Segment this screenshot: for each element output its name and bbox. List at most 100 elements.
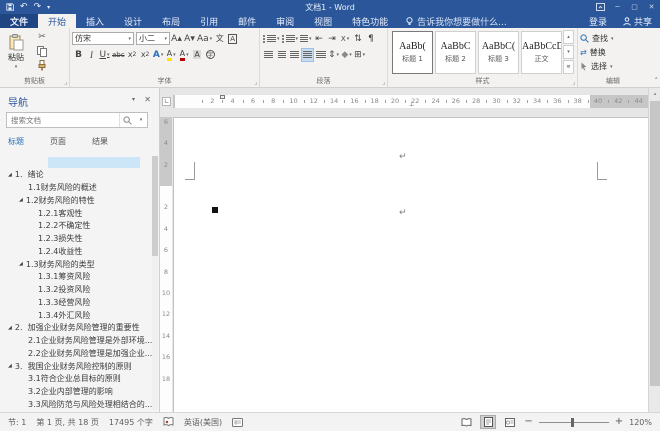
collapse-triangle-icon[interactable]: ◢ xyxy=(19,261,23,267)
read-mode-button[interactable] xyxy=(458,415,474,429)
italic-button[interactable]: I xyxy=(85,48,98,62)
customize-qat-button[interactable]: ▾ xyxy=(47,3,50,12)
document-page[interactable]: ↵ ↵ xyxy=(173,117,648,412)
search-icon[interactable] xyxy=(119,113,135,127)
proofing-icon[interactable] xyxy=(163,417,174,427)
nav-heading-item[interactable]: 3.3风险防范与风险处理相结合的... xyxy=(28,398,152,410)
character-shading-button[interactable]: A xyxy=(191,48,204,62)
font-color-button[interactable]: A ▾ xyxy=(178,48,191,62)
search-options-dropdown[interactable]: ▾ xyxy=(135,117,147,123)
justify-button[interactable] xyxy=(301,47,314,62)
line-spacing-button[interactable]: ⇕ ▾ xyxy=(327,48,340,62)
nav-heading-item[interactable]: 1.3.3经营风险 xyxy=(38,296,90,308)
styles-scroll-up[interactable]: ▴ xyxy=(563,30,574,44)
enclose-character-button[interactable]: 字 xyxy=(204,48,217,62)
borders-button[interactable]: ⊞ ▾ xyxy=(353,48,366,62)
style-标题 2[interactable]: AaBbC 标题 2 xyxy=(435,31,476,74)
nav-heading-item[interactable]: 1.3.1筹资风险 xyxy=(38,271,90,283)
nav-heading-item[interactable]: 1.2.2不确定性 xyxy=(38,220,90,232)
tab-邮件[interactable]: 邮件 xyxy=(228,14,266,28)
sort-button[interactable]: ⇅ xyxy=(352,32,365,46)
tab-设计[interactable]: 设计 xyxy=(114,14,152,28)
paragraph-dialog-launcher[interactable]: ⌟ xyxy=(382,79,385,86)
subscript-button[interactable]: x2 xyxy=(126,48,139,62)
clipboard-dialog-launcher[interactable]: ⌟ xyxy=(64,79,67,86)
nav-heading-item[interactable]: ◢ 1.3财务风险的类型 xyxy=(19,258,95,270)
nav-heading-item[interactable]: 1.2.1客观性 xyxy=(38,207,82,219)
nav-selected-heading[interactable] xyxy=(48,157,140,168)
grow-font-button[interactable]: A▴ xyxy=(170,32,183,46)
minimize-button[interactable]: ─ xyxy=(609,0,626,14)
format-painter-icon[interactable] xyxy=(33,58,51,72)
save-icon[interactable] xyxy=(6,3,14,11)
web-layout-button[interactable] xyxy=(502,415,518,429)
distribute-button[interactable] xyxy=(314,48,327,62)
decrease-indent-button[interactable]: ⇤ xyxy=(313,32,326,46)
nav-heading-item[interactable]: ◢ 3. 我国企业财务风险控制的原则 xyxy=(8,360,132,372)
underline-button[interactable]: U ▾ xyxy=(98,48,111,62)
tab-特色功能[interactable]: 特色功能 xyxy=(342,14,398,28)
first-line-indent-marker[interactable] xyxy=(220,95,225,99)
tab-插入[interactable]: 插入 xyxy=(76,14,114,28)
strikethrough-button[interactable]: abc xyxy=(111,48,126,62)
tab-视图[interactable]: 视图 xyxy=(304,14,342,28)
nav-heading-item[interactable]: ◢ 1. 绪论 xyxy=(8,169,44,181)
navigation-options-dropdown[interactable]: ▾ xyxy=(132,96,135,103)
tab-selector[interactable]: ∟ xyxy=(162,97,171,106)
language-indicator[interactable]: 英语(美国) xyxy=(184,417,222,428)
nav-heading-item[interactable]: 1.2.3损失性 xyxy=(38,233,82,245)
style-正文[interactable]: AaBbCcDd正文 xyxy=(521,31,562,74)
styles-more-button[interactable]: ≣ xyxy=(563,60,574,74)
paste-button[interactable]: 粘贴 ▾ xyxy=(2,30,30,74)
print-layout-button[interactable] xyxy=(480,415,497,429)
section-indicator[interactable]: 节: 1 xyxy=(8,417,26,428)
style-标题 3[interactable]: AaBbC(标题 3 xyxy=(478,31,519,74)
tab-开始[interactable]: 开始 xyxy=(38,14,77,28)
numbering-button[interactable]: ▾ xyxy=(281,32,300,46)
nav-heading-item[interactable]: 1.2.4收益性 xyxy=(38,245,82,257)
nav-heading-item[interactable]: 1.3.4外汇风险 xyxy=(38,309,90,321)
cut-icon[interactable]: ✂ xyxy=(33,30,51,44)
nav-tab-标题[interactable]: 标题 xyxy=(8,136,24,147)
collapse-triangle-icon[interactable]: ◢ xyxy=(8,363,12,369)
superscript-button[interactable]: x2 xyxy=(139,48,152,62)
zoom-out-button[interactable]: − xyxy=(524,417,532,427)
bullets-button[interactable]: ▾ xyxy=(262,32,281,46)
styles-scroll-down[interactable]: ▾ xyxy=(563,45,574,59)
scroll-up-icon[interactable]: ▴ xyxy=(649,88,660,100)
collapse-triangle-icon[interactable]: ◢ xyxy=(19,197,23,203)
show-marks-button[interactable]: ¶ xyxy=(365,32,378,46)
multilevel-list-button[interactable]: ▾ xyxy=(299,32,313,46)
styles-dialog-launcher[interactable]: ⌟ xyxy=(572,79,575,86)
nav-heading-item[interactable]: 1.3.2投资风险 xyxy=(38,284,90,296)
find-button[interactable]: 查找 ▾ xyxy=(580,32,646,45)
scrollbar-thumb[interactable] xyxy=(650,101,660,386)
nav-heading-item[interactable]: 3.1符合企业总目标的原则 xyxy=(28,373,121,385)
nav-tab-结果[interactable]: 结果 xyxy=(92,136,108,147)
nav-heading-item[interactable]: ◢ 2. 加强企业财务风险管理的重要性 xyxy=(8,322,140,334)
ribbon-display-options-button[interactable] xyxy=(592,0,609,14)
collapse-ribbon-button[interactable]: ˄ xyxy=(655,77,659,85)
collapse-triangle-icon[interactable]: ◢ xyxy=(8,172,12,178)
font-name-combo[interactable]: 仿宋 ▾ xyxy=(72,32,134,45)
select-button[interactable]: 选择 ▾ xyxy=(580,60,646,73)
maximize-button[interactable]: ▢ xyxy=(626,0,643,14)
phonetic-guide-button[interactable]: 文 xyxy=(213,32,226,46)
page-indicator[interactable]: 第 1 页, 共 18 页 xyxy=(36,417,99,428)
word-count[interactable]: 17495 个字 xyxy=(109,417,153,428)
nav-heading-item[interactable]: 1.1财务风险的概述 xyxy=(28,182,97,194)
collapse-triangle-icon[interactable]: ◢ xyxy=(8,325,12,331)
tab-file[interactable]: 文件 xyxy=(0,14,39,28)
center-tab-marker[interactable]: ⊥ xyxy=(409,101,414,108)
tab-引用[interactable]: 引用 xyxy=(190,14,228,28)
horizontal-ruler[interactable]: 2 4 6 8 10 12 14 16 18 20 22 24 26 28 30 32 34 36 38 40 42 44… xyxy=(173,95,648,108)
zoom-slider-thumb[interactable] xyxy=(570,417,574,427)
vertical-ruler[interactable]: 6 4 2 2 4 6 8 10 12 14 16 18 xyxy=(160,108,172,412)
asian-layout-button[interactable]: X ▾ xyxy=(339,32,352,46)
nav-tab-页面[interactable]: 页面 xyxy=(50,136,66,147)
input-mode-icon[interactable] xyxy=(232,417,244,427)
tab-审阅[interactable]: 审阅 xyxy=(266,14,304,28)
redo-button[interactable]: ↷ xyxy=(34,2,42,12)
align-right-button[interactable] xyxy=(288,48,301,62)
zoom-in-button[interactable]: + xyxy=(615,417,623,427)
